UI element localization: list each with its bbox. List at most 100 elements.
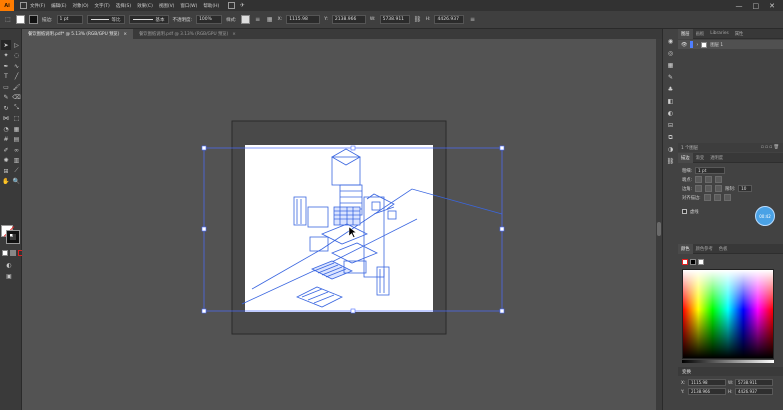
rectangle-tool-icon[interactable]: ▭ <box>1 82 11 92</box>
perspective-grid-tool-icon[interactable]: ▦ <box>12 124 22 134</box>
pen-tool-icon[interactable]: ✒ <box>1 61 11 71</box>
transparency-icon[interactable]: ◑ <box>666 145 675 154</box>
tab-gradient[interactable]: 渐变 <box>693 155 708 161</box>
layers-footer-icons[interactable]: ▫ ▫ ▫ 🗑 <box>761 145 779 150</box>
direct-selection-tool-icon[interactable]: ▷ <box>12 40 22 50</box>
color-mode-icon[interactable] <box>2 250 8 256</box>
color-panel-icon[interactable]: ◉ <box>666 37 675 46</box>
transform-w-field[interactable]: 5738.911 <box>735 379 773 386</box>
maximize-button[interactable]: □ <box>753 2 760 10</box>
lasso-tool-icon[interactable]: ◌ <box>12 51 22 61</box>
fill-color-swatch[interactable] <box>16 15 25 24</box>
close-window-button[interactable]: ✕ <box>769 2 775 10</box>
floating-bubble[interactable]: 00:42 <box>755 206 775 226</box>
artboard-tool-icon[interactable]: ⊞ <box>1 166 11 176</box>
color-guide-icon[interactable]: ◎ <box>666 49 675 58</box>
constrain-link-icon[interactable]: ⛓ <box>414 16 422 24</box>
opacity-field[interactable]: 100% <box>196 15 223 24</box>
brush-definition[interactable]: 基本 <box>128 15 169 24</box>
tab-properties[interactable]: 属性 <box>732 31 747 37</box>
transform-h-field[interactable]: 4426.937 <box>735 388 773 395</box>
miter-join-button[interactable] <box>695 185 703 192</box>
graphic-styles-icon[interactable]: ◧ <box>666 97 675 106</box>
menu-more-icon[interactable]: ≡ <box>468 16 476 24</box>
zoom-tool-icon[interactable]: 🔍 <box>12 177 22 187</box>
tab-layers[interactable]: 图层 <box>678 28 693 39</box>
slice-tool-icon[interactable]: ⟋ <box>12 166 22 176</box>
butt-cap-button[interactable] <box>695 176 703 183</box>
screen-mode-icon[interactable]: ▣ <box>4 271 14 281</box>
pathfinder-icon[interactable]: ⧉ <box>666 133 675 142</box>
brushes-icon[interactable]: ✎ <box>666 73 675 82</box>
none-swatch[interactable] <box>682 259 688 265</box>
stroke-swatch[interactable] <box>6 230 20 244</box>
tab-libraries[interactable]: Libraries <box>707 31 732 36</box>
scale-tool-icon[interactable]: ⤡ <box>12 103 22 113</box>
align-outside-button[interactable] <box>723 194 731 201</box>
type-tool-icon[interactable]: T <box>1 72 11 82</box>
line-tool-icon[interactable]: ╱ <box>12 72 22 82</box>
scrollbar-thumb[interactable] <box>657 222 661 236</box>
dashed-checkbox[interactable] <box>682 209 687 214</box>
symbol-sprayer-tool-icon[interactable]: ✺ <box>1 156 11 166</box>
tab-color-guide[interactable]: 颜色参考 <box>693 246 716 252</box>
variable-width-profile[interactable]: 等比 <box>86 15 125 24</box>
tab-artboards[interactable]: 画板 <box>693 31 708 37</box>
arrange-documents-icon[interactable] <box>20 2 27 9</box>
round-cap-button[interactable] <box>705 176 713 183</box>
minimize-button[interactable]: — <box>736 2 743 10</box>
free-transform-tool-icon[interactable]: ⬚ <box>12 114 22 124</box>
gradient-tool-icon[interactable]: ▤ <box>12 135 22 145</box>
align-icon[interactable]: ≡ <box>254 16 262 24</box>
menu-select[interactable]: 选择(S) <box>113 3 134 9</box>
width-tool-icon[interactable]: ⋈ <box>1 114 11 124</box>
draw-mode-icon[interactable]: ◐ <box>4 260 14 270</box>
layer-name[interactable]: 图层 1 <box>710 42 723 48</box>
tab-color[interactable]: 颜色 <box>678 243 693 254</box>
gradient-mode-icon[interactable] <box>10 250 16 256</box>
tab-document-2[interactable]: 餐饮图纸说明.pdf @ 3.13% (RGB/GPU 预览) × <box>133 29 242 39</box>
eyedropper-tool-icon[interactable]: ✐ <box>1 145 11 155</box>
square-cap-button[interactable] <box>715 176 723 183</box>
h-field[interactable]: 4426.937 <box>434 15 465 24</box>
tab-stroke[interactable]: 描边 <box>678 152 693 163</box>
selection-tool-icon[interactable]: ➤ <box>1 40 11 50</box>
magic-wand-tool-icon[interactable]: ✦ <box>1 51 11 61</box>
menu-object[interactable]: 对象(O) <box>69 3 91 9</box>
menu-edit[interactable]: 编辑(E) <box>48 3 69 9</box>
visibility-eye-icon[interactable]: 👁 <box>681 42 687 48</box>
white-swatch[interactable] <box>698 259 704 265</box>
menu-type[interactable]: 文字(T) <box>92 3 113 9</box>
workspace-layout-icon[interactable] <box>228 2 236 9</box>
grayscale-bar[interactable] <box>682 360 774 363</box>
swatches-icon[interactable]: ▦ <box>666 61 675 70</box>
transform-y-field[interactable]: 2138.966 <box>688 388 726 395</box>
transform-x-field[interactable]: 1115.98 <box>688 379 726 386</box>
tab-transparency[interactable]: 透明度 <box>707 155 726 161</box>
tab-close-icon[interactable]: × <box>123 32 127 37</box>
stroke-weight-field[interactable]: 1 pt <box>56 15 83 24</box>
sync-icon[interactable]: ✈ <box>238 2 246 10</box>
graphic-style-swatch[interactable] <box>240 15 250 24</box>
w-field[interactable]: 5738.911 <box>379 15 410 24</box>
eraser-tool-icon[interactable]: ⌫ <box>12 93 22 103</box>
hand-tool-icon[interactable]: ✋ <box>1 177 11 187</box>
curvature-tool-icon[interactable]: ∿ <box>12 61 22 71</box>
blend-tool-icon[interactable]: ∞ <box>12 145 22 155</box>
black-swatch[interactable] <box>690 259 696 265</box>
menu-help[interactable]: 帮助(H) <box>200 3 222 9</box>
mesh-tool-icon[interactable]: # <box>1 135 11 145</box>
expand-arrow-icon[interactable]: › <box>696 42 698 48</box>
menu-file[interactable]: 文件(F) <box>27 3 48 9</box>
shape-builder-tool-icon[interactable]: ◔ <box>1 124 11 134</box>
round-join-button[interactable] <box>705 185 713 192</box>
tab-close-icon[interactable]: × <box>232 32 236 37</box>
transform-ref-icon[interactable]: ▦ <box>266 16 274 24</box>
bevel-join-button[interactable] <box>715 185 723 192</box>
align-panel-icon[interactable]: ⊟ <box>666 121 675 130</box>
menu-view[interactable]: 视图(V) <box>156 3 178 9</box>
align-inside-button[interactable] <box>713 194 721 201</box>
column-graph-tool-icon[interactable]: ▥ <box>12 156 22 166</box>
layer-row[interactable]: 👁 › 图层 1 <box>678 40 783 49</box>
appearance-icon[interactable]: ◐ <box>666 109 675 118</box>
